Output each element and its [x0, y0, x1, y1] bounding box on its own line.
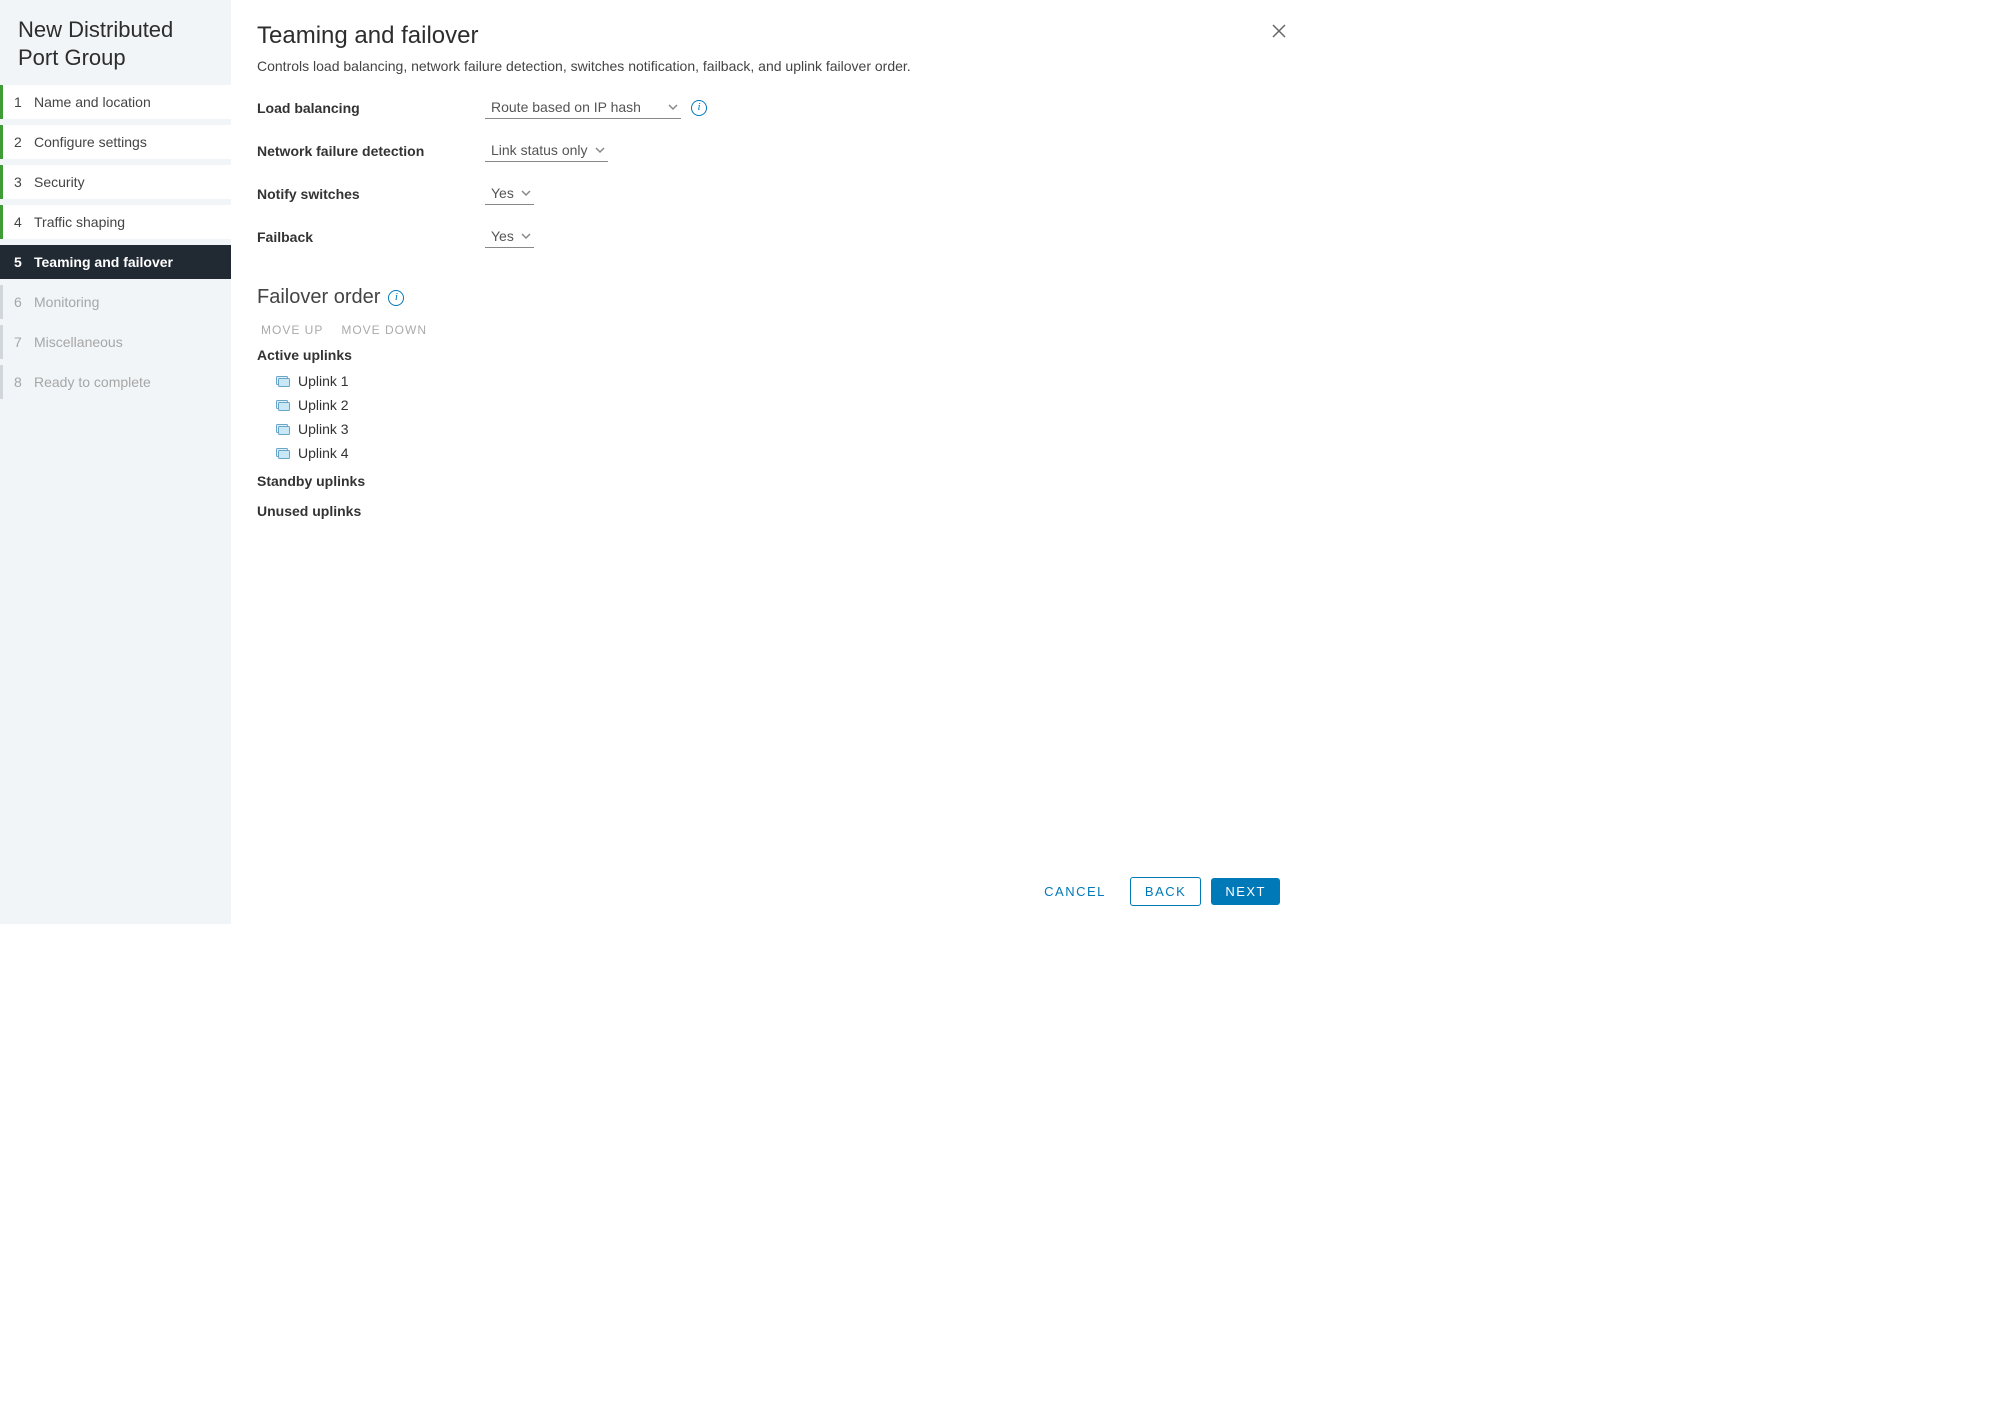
label-failback: Failback	[257, 229, 485, 245]
step-configure-settings[interactable]: 2 Configure settings	[0, 125, 231, 159]
select-network-failure-detection[interactable]: Link status only	[485, 139, 608, 162]
uplink-icon	[275, 399, 291, 412]
standby-uplinks-group: Standby uplinks	[257, 473, 1280, 495]
unused-uplinks-group: Unused uplinks	[257, 503, 1280, 525]
label-load-balancing: Load balancing	[257, 100, 485, 116]
main-content: Teaming and failover Controls load balan…	[231, 0, 1310, 924]
active-uplinks-group: Active uplinks Uplink 1 Uplink 2 Uplink …	[257, 347, 1280, 465]
select-failback[interactable]: Yes	[485, 225, 534, 248]
active-uplinks-title: Active uplinks	[257, 347, 1280, 363]
wizard-title: New Distributed Port Group	[0, 16, 231, 85]
chevron-down-icon	[667, 101, 679, 113]
step-miscellaneous: 7 Miscellaneous	[0, 325, 231, 359]
row-failback: Failback Yes	[257, 225, 1280, 248]
label-notify-switches: Notify switches	[257, 186, 485, 202]
page-title: Teaming and failover	[257, 22, 1280, 50]
standby-uplinks-title: Standby uplinks	[257, 473, 1280, 489]
uplink-item[interactable]: Uplink 3	[257, 417, 1280, 441]
chevron-down-icon	[520, 187, 532, 199]
uplink-item[interactable]: Uplink 4	[257, 441, 1280, 465]
row-load-balancing: Load balancing Route based on IP hash i	[257, 96, 1280, 119]
wizard-footer: CANCEL BACK NEXT	[257, 861, 1280, 924]
close-button[interactable]	[1270, 22, 1288, 43]
step-security[interactable]: 3 Security	[0, 165, 231, 199]
step-ready-to-complete: 8 Ready to complete	[0, 365, 231, 399]
label-network-failure-detection: Network failure detection	[257, 143, 485, 159]
close-icon	[1270, 22, 1288, 40]
move-up-button: MOVE UP	[261, 323, 323, 337]
row-notify-switches: Notify switches Yes	[257, 182, 1280, 205]
chevron-down-icon	[520, 230, 532, 242]
uplink-item[interactable]: Uplink 2	[257, 393, 1280, 417]
uplink-item[interactable]: Uplink 1	[257, 369, 1280, 393]
step-teaming-and-failover[interactable]: 5 Teaming and failover	[0, 245, 231, 279]
failover-order-title: Failover order i	[257, 286, 1280, 309]
step-monitoring: 6 Monitoring	[0, 285, 231, 319]
row-network-failure-detection: Network failure detection Link status on…	[257, 139, 1280, 162]
page-description: Controls load balancing, network failure…	[257, 58, 1280, 74]
uplink-icon	[275, 447, 291, 460]
back-button[interactable]: BACK	[1130, 877, 1201, 906]
step-traffic-shaping[interactable]: 4 Traffic shaping	[0, 205, 231, 239]
step-name-and-location[interactable]: 1 Name and location	[0, 85, 231, 119]
uplink-icon	[275, 423, 291, 436]
next-button[interactable]: NEXT	[1211, 878, 1280, 905]
uplink-icon	[275, 375, 291, 388]
select-load-balancing[interactable]: Route based on IP hash	[485, 96, 681, 119]
move-down-button: MOVE DOWN	[341, 323, 427, 337]
cancel-button[interactable]: CANCEL	[1030, 878, 1120, 905]
info-icon[interactable]: i	[388, 290, 404, 306]
unused-uplinks-title: Unused uplinks	[257, 503, 1280, 519]
chevron-down-icon	[594, 144, 606, 156]
wizard-sidebar: New Distributed Port Group 1 Name and lo…	[0, 0, 231, 924]
select-notify-switches[interactable]: Yes	[485, 182, 534, 205]
info-icon[interactable]: i	[691, 100, 707, 116]
wizard-steps: 1 Name and location 2 Configure settings…	[0, 85, 231, 405]
